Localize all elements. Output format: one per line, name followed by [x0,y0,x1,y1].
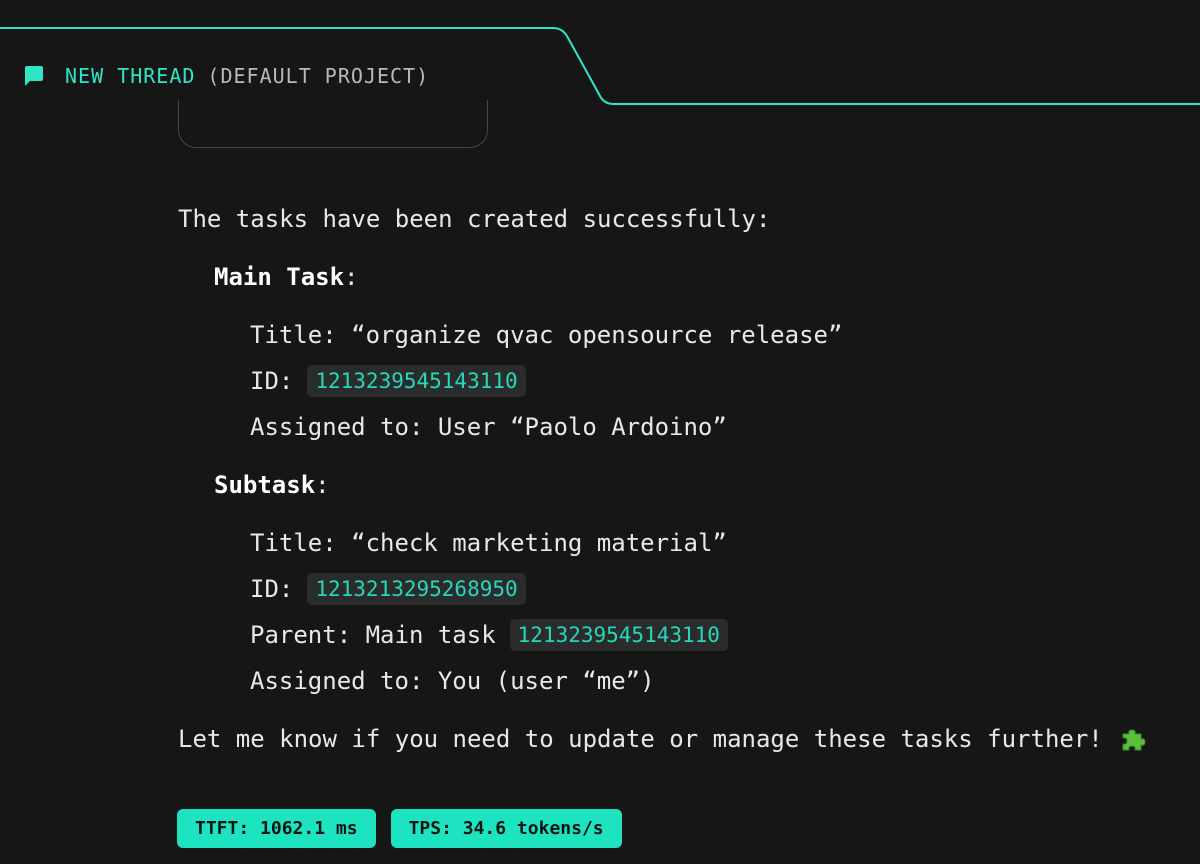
thread-project: (DEFAULT PROJECT) [207,64,430,88]
subtask-heading-text: Subtask [214,471,316,499]
subtask-assigned-row: Assigned to: You (user “me”) [178,658,1188,704]
metrics-bar: TTFT: 1062.1 ms TPS: 34.6 tokens/s [177,809,622,848]
subtask-parent-label: Parent: Main task [250,621,496,649]
message-intro: The tasks have been created successfully… [178,205,771,233]
subtask-id-row: ID: 1213213295268950 [178,566,1188,612]
message-outro-text: Let me know if you need to update or man… [178,725,1103,753]
main-task-title-label: Title: [250,321,352,349]
main-task-heading-colon: : [344,263,359,291]
subtask-heading: Subtask: [178,462,1188,508]
main-task-title-row: Title: “organize qvac opensource release… [178,312,1188,358]
subtask-id-code: 1213213295268950 [307,573,526,605]
main-task-title-value: “organize qvac opensource release” [351,321,843,349]
thread-title: NEW THREAD [65,64,196,88]
header-tab-outline [0,27,1200,105]
previous-message-box [178,100,488,148]
main-task-id-label: ID: [250,367,294,395]
main-task-heading: Main Task: [178,254,1188,300]
chat-bubble-icon [25,66,43,86]
subtask-title-row: Title: “check marketing material” [178,520,1188,566]
subtask-parent-row: Parent: Main task 1213239545143110 [178,612,1188,658]
subtask-assigned-value: You (user “me”) [437,667,655,695]
tps-badge: TPS: 34.6 tokens/s [390,809,622,848]
message-outro: Let me know if you need to update or man… [178,716,1188,762]
puzzle-piece-icon [1122,729,1146,751]
subtask-id-label: ID: [250,575,294,603]
subtask-title-value: “check marketing material” [351,529,727,557]
thread-header[interactable]: NEW THREAD (DEFAULT PROJECT) [22,62,429,90]
main-task-assigned-label: Assigned to: [250,413,438,441]
ttft-badge: TTFT: 1062.1 ms [177,809,376,848]
main-task-assigned-row: Assigned to: User “Paolo Ardoino” [178,404,1188,450]
subtask-assigned-label: Assigned to: [250,667,438,695]
main-task-heading-text: Main Task [214,263,345,291]
subtask-heading-colon: : [315,471,330,499]
assistant-message: The tasks have been created successfully… [178,196,1188,762]
main-task-assigned-value: User “Paolo Ardoino” [437,413,727,441]
subtask-title-label: Title: [250,529,352,557]
main-task-id-row: ID: 1213239545143110 [178,358,1188,404]
main-task-id-code: 1213239545143110 [307,365,526,397]
subtask-parent-code: 1213239545143110 [509,619,728,651]
